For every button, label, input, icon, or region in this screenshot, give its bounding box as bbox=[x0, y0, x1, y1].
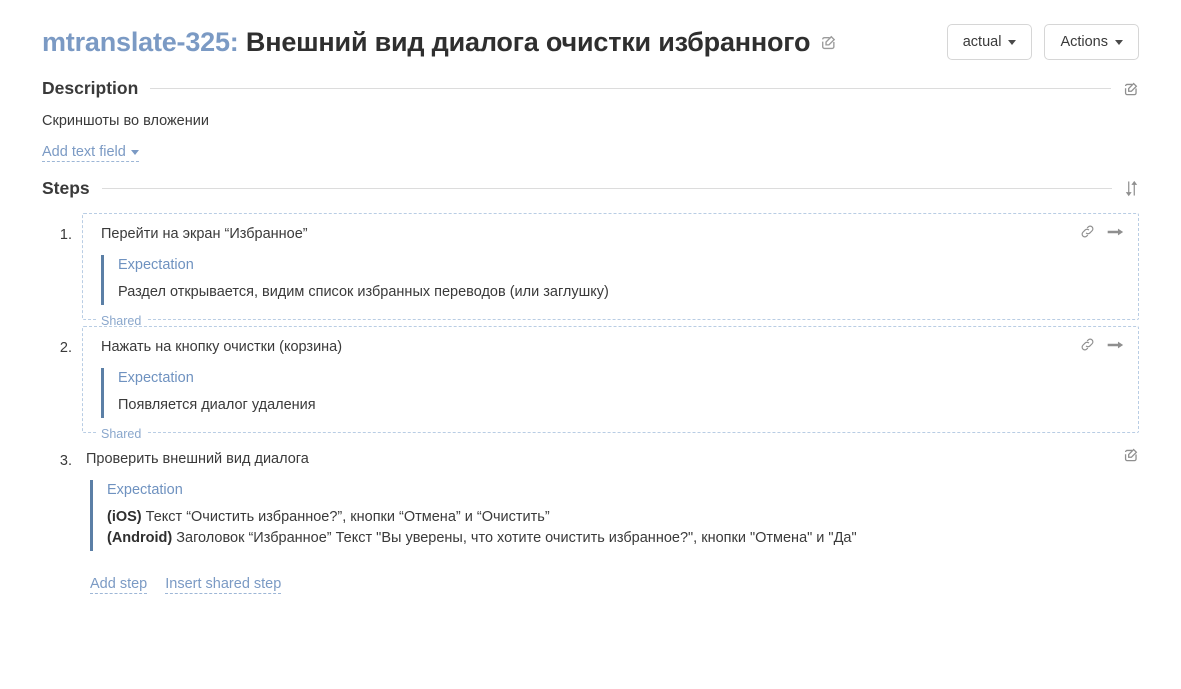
steps-title: Steps bbox=[42, 178, 90, 199]
sort-arrows-icon[interactable] bbox=[1124, 180, 1139, 197]
description-body: Скриншоты во вложении bbox=[42, 113, 209, 129]
status-dropdown-button[interactable]: actual bbox=[946, 24, 1033, 60]
arrow-right-icon[interactable] bbox=[1107, 338, 1124, 352]
actions-dropdown-button[interactable]: Actions bbox=[1044, 24, 1139, 60]
divider bbox=[101, 188, 1112, 190]
steps-header: Steps bbox=[42, 178, 1139, 199]
insert-shared-step-link[interactable]: Insert shared step bbox=[165, 575, 282, 595]
edit-square-icon[interactable] bbox=[820, 34, 837, 51]
expectation-block: Expectation Появляется диалог удаления bbox=[101, 368, 1124, 419]
expectation-line-android: (Android) Заголовок “Избранное” Текст "В… bbox=[107, 528, 1125, 549]
edit-square-icon[interactable] bbox=[1123, 81, 1139, 97]
title-row: mtranslate-325: Внешний вид диалога очис… bbox=[42, 0, 1139, 62]
expectation-block: Expectation (iOS) Текст “Очистить избран… bbox=[90, 480, 1125, 552]
expectation-line-android-text: Заголовок “Избранное” Текст "Вы уверены,… bbox=[172, 530, 857, 547]
add-step-link[interactable]: Add step bbox=[90, 575, 148, 595]
expectation-text: Раздел открывается, видим список избранн… bbox=[118, 284, 609, 301]
chevron-down-icon bbox=[1115, 39, 1123, 45]
step-number: 2. bbox=[59, 340, 72, 357]
step-action-text: Нажать на кнопку очистки (корзина) bbox=[101, 339, 343, 356]
divider bbox=[150, 88, 1111, 89]
link-icon[interactable] bbox=[1080, 224, 1095, 239]
step-body: Перейти на экран “Избранное” Expectation… bbox=[82, 213, 1139, 328]
step-item: 2. Нажать на кнопку очистки (корзина) Ex… bbox=[42, 326, 1139, 441]
step-icons bbox=[1123, 447, 1139, 463]
expectation-label: Expectation bbox=[107, 482, 183, 499]
steps-list: 1. Перейти на экран “Избранное” Expectat… bbox=[42, 213, 1139, 555]
link-icon[interactable] bbox=[1080, 337, 1095, 352]
step-action-text: Проверить внешний вид диалога bbox=[86, 451, 309, 468]
expectation-block: Expectation Раздел открывается, видим сп… bbox=[101, 255, 1124, 306]
steps-footer-links: Add step Insert shared step bbox=[90, 575, 1139, 595]
expectation-label: Expectation bbox=[118, 370, 194, 387]
page-title: mtranslate-325: Внешний вид диалога очис… bbox=[42, 27, 810, 58]
chevron-down-icon bbox=[130, 149, 139, 155]
chevron-down-icon bbox=[1008, 39, 1017, 45]
test-case-page: mtranslate-325: Внешний вид диалога очис… bbox=[0, 0, 1181, 689]
platform-label-ios: (iOS) bbox=[107, 509, 142, 526]
issue-title: Внешний вид диалога очистки избранного bbox=[245, 26, 811, 57]
platform-label-android: (Android) bbox=[107, 530, 173, 547]
step-item: 1. Перейти на экран “Избранное” Expectat… bbox=[42, 213, 1139, 328]
expectation-line-ios: (iOS) Текст “Очистить избранное?”, кнопк… bbox=[107, 507, 1125, 528]
edit-square-icon[interactable] bbox=[1123, 447, 1139, 463]
expectation-text: Появляется диалог удаления bbox=[118, 397, 316, 414]
actions-dropdown-label: Actions bbox=[1060, 34, 1108, 50]
step-number: 3. bbox=[59, 453, 72, 470]
step-number: 1. bbox=[59, 227, 72, 244]
step-body: Нажать на кнопку очистки (корзина) Expec… bbox=[82, 326, 1139, 441]
add-text-field-link[interactable]: Add text field bbox=[42, 143, 139, 163]
step-body: Проверить внешний вид диалога Expectatio… bbox=[82, 439, 1139, 555]
status-dropdown-label: actual bbox=[962, 34, 1002, 50]
step-action-text: Перейти на экран “Избранное” bbox=[101, 226, 308, 243]
issue-key[interactable]: mtranslate-325: bbox=[42, 27, 239, 57]
add-text-field-label: Add text field bbox=[42, 144, 126, 160]
step-item: 3. Проверить внешний вид диалога Expecta… bbox=[42, 439, 1139, 555]
expectation-line-ios-text: Текст “Очистить избранное?”, кнопки “Отм… bbox=[141, 509, 550, 526]
description-title: Description bbox=[42, 78, 139, 98]
description-header: Description bbox=[42, 78, 1139, 99]
arrow-right-icon[interactable] bbox=[1107, 225, 1124, 239]
step-icons bbox=[1080, 224, 1124, 239]
expectation-label: Expectation bbox=[118, 257, 194, 274]
step-icons bbox=[1080, 337, 1124, 352]
